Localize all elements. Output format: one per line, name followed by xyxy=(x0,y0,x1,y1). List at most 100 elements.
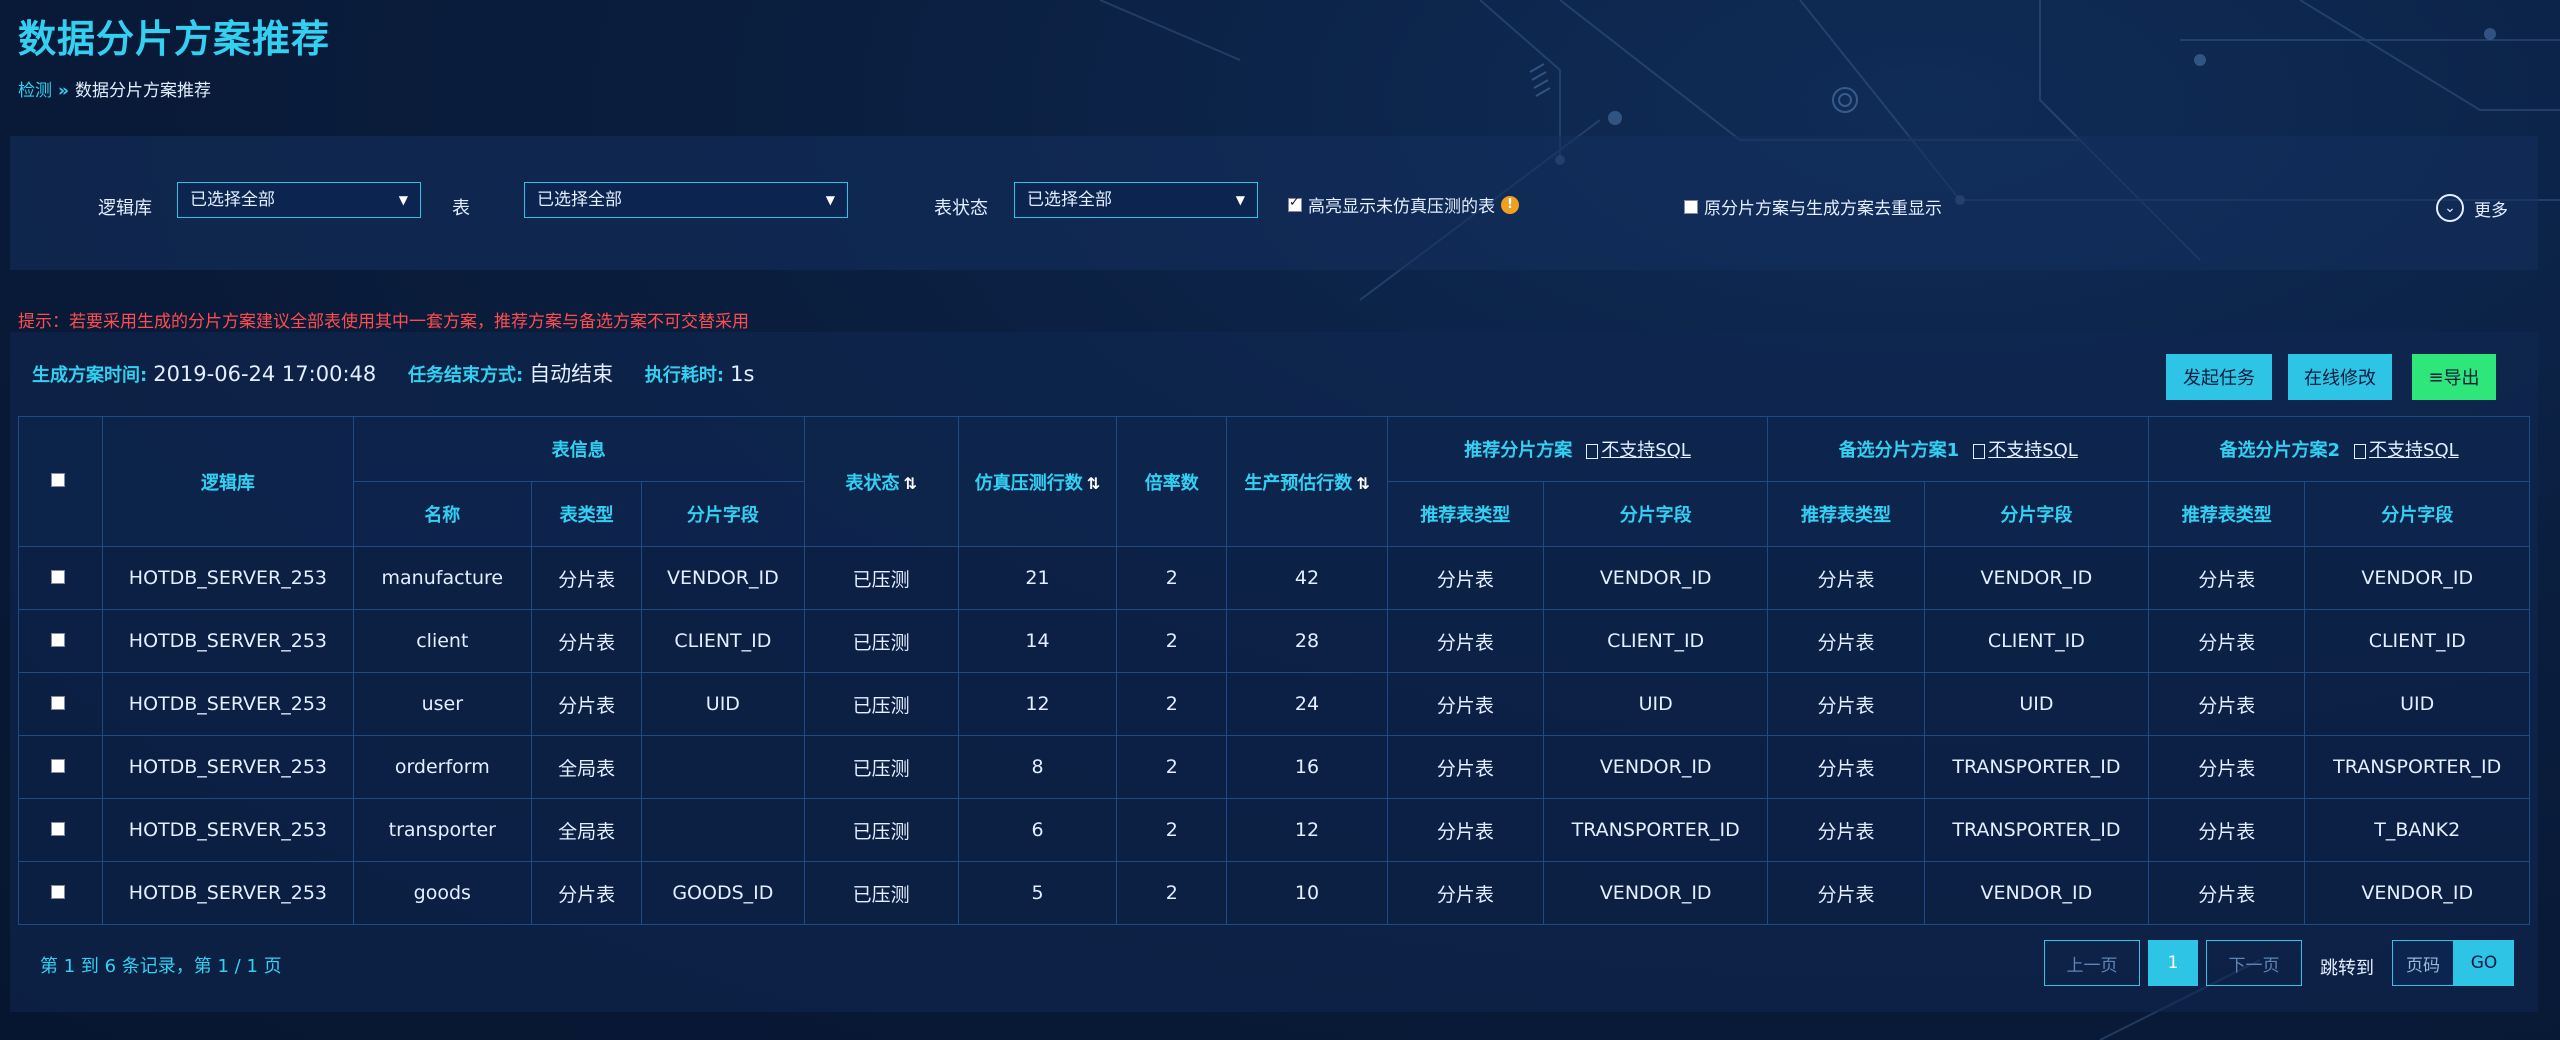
col-shard-field: 分片字段 xyxy=(641,481,805,547)
export-button[interactable]: ≡ 导出 xyxy=(2412,354,2496,400)
cell-sim-rows: 6 xyxy=(957,798,1118,862)
cell-rec-type: 分片表 xyxy=(1386,546,1544,610)
page-number-input[interactable]: 页码 xyxy=(2392,940,2454,986)
row-checkbox[interactable] xyxy=(50,696,65,710)
row-checkbox[interactable] xyxy=(50,633,65,647)
cell-rec-type: 分片表 xyxy=(1386,609,1544,673)
go-button[interactable]: GO xyxy=(2454,940,2514,986)
gen-time-value: 2019-06-24 17:00:48 xyxy=(153,362,377,386)
next-page-button[interactable]: 下一页 xyxy=(2206,940,2302,986)
duration-label: 执行耗时: xyxy=(644,365,725,386)
select-all-checkbox[interactable] xyxy=(50,473,65,487)
table-row: HOTDB_SERVER_253 manufacture 分片表 VENDOR_… xyxy=(17,546,2530,610)
more-label: 更多 xyxy=(2474,200,2508,221)
online-edit-button[interactable]: 在线修改 xyxy=(2288,354,2392,400)
pagination-summary: 第 1 到 6 条记录，第 1 / 1 页 xyxy=(40,956,282,977)
row-checkbox[interactable] xyxy=(50,759,65,773)
table-select[interactable]: 已选择全部 ▼ xyxy=(524,182,848,218)
checkbox-checked-icon[interactable] xyxy=(1288,195,1302,212)
cell-multiplier: 2 xyxy=(1116,672,1228,736)
breadcrumb-link-detect[interactable]: 检测 xyxy=(18,81,52,101)
cell-shard-field: VENDOR_ID xyxy=(641,546,805,610)
cell-alt1-type: 分片表 xyxy=(1767,861,1925,925)
cell-multiplier: 2 xyxy=(1116,609,1228,673)
cell-alt1-type: 分片表 xyxy=(1767,546,1925,610)
cell-prod-rows: 24 xyxy=(1226,672,1388,736)
cell-prod-rows: 12 xyxy=(1226,798,1388,862)
cell-status: 已压测 xyxy=(803,735,959,799)
cell-name: orderform xyxy=(352,735,532,799)
breadcrumb-current: 数据分片方案推荐 xyxy=(74,81,211,101)
document-icon xyxy=(1973,443,1986,459)
result-panel: 生成方案时间: 2019-06-24 17:00:48 任务结束方式: 自动结束 执… xyxy=(10,332,2538,1012)
info-icon[interactable]: ! xyxy=(1501,195,1519,214)
cell-alt2-type: 分片表 xyxy=(2148,798,2306,862)
row-checkbox[interactable] xyxy=(50,570,65,584)
cell-status: 已压测 xyxy=(803,609,959,673)
page-1-button[interactable]: 1 xyxy=(2148,940,2198,986)
status-select[interactable]: 已选择全部 ▼ xyxy=(1014,182,1258,218)
cell-multiplier: 2 xyxy=(1116,735,1228,799)
page-title: 数据分片方案推荐 xyxy=(18,17,331,61)
col-prod-rows[interactable]: 生产预估行数 ⇅ xyxy=(1226,416,1388,547)
cell-alt2-field: VENDOR_ID xyxy=(2304,546,2530,610)
col-sim-rows-label: 仿真压测行数 xyxy=(974,472,1083,494)
col-prod-rows-label: 生产预估行数 xyxy=(1244,472,1353,494)
sort-icon[interactable]: ⇅ xyxy=(1087,474,1100,493)
cell-status: 已压测 xyxy=(803,861,959,925)
cell-name: client xyxy=(352,609,532,673)
dropdown-arrow-icon: ▼ xyxy=(1235,193,1245,207)
shard-plan-table: 逻辑库 表信息 表状态 ⇅ 仿真压测行数 ⇅ 倍率数 生产预估行数 ⇅ 推荐分片方案不… xyxy=(17,416,2530,925)
cell-multiplier: 2 xyxy=(1116,861,1228,925)
highlight-unsimulated-checkbox[interactable]: 高亮显示未仿真压测的表 ! xyxy=(1288,192,1519,217)
alt-plan2-unsupported-sql-link[interactable]: 不支持SQL xyxy=(2369,440,2459,461)
cell-logic-db: HOTDB_SERVER_253 xyxy=(102,672,354,736)
cell-sim-rows: 14 xyxy=(957,609,1118,673)
cell-rec-field: VENDOR_ID xyxy=(1542,735,1769,799)
cell-prod-rows: 28 xyxy=(1226,609,1388,673)
cell-alt2-type: 分片表 xyxy=(2148,672,2306,736)
cell-type: 分片表 xyxy=(530,546,643,610)
end-mode-label: 任务结束方式: xyxy=(407,365,524,386)
cell-alt2-field: VENDOR_ID xyxy=(2304,861,2530,925)
col-alt2-field: 分片字段 xyxy=(2304,481,2530,547)
logic-db-select[interactable]: 已选择全部 ▼ xyxy=(177,182,421,218)
cell-logic-db: HOTDB_SERVER_253 xyxy=(102,861,354,925)
sort-icon[interactable]: ⇅ xyxy=(903,474,916,493)
dedupe-display-checkbox[interactable]: 原分片方案与生成方案去重显示 xyxy=(1684,194,1942,219)
cell-logic-db: HOTDB_SERVER_253 xyxy=(102,798,354,862)
cell-alt2-type: 分片表 xyxy=(2148,546,2306,610)
rec-plan-unsupported-sql-link[interactable]: 不支持SQL xyxy=(1601,440,1691,461)
gen-time-label: 生成方案时间: xyxy=(32,365,148,386)
col-sim-rows[interactable]: 仿真压测行数 ⇅ xyxy=(957,416,1118,547)
dropdown-arrow-icon: ▼ xyxy=(398,193,408,207)
col-alt2-type: 推荐表类型 xyxy=(2148,481,2306,547)
cell-alt2-field: T_BANK2 xyxy=(2304,798,2530,862)
checkbox-icon[interactable] xyxy=(1684,199,1698,214)
cell-alt2-field: CLIENT_ID xyxy=(2304,609,2530,673)
more-filters-toggle[interactable]: ⌄ 更多 xyxy=(2436,194,2508,222)
sort-icon[interactable]: ⇅ xyxy=(1356,474,1369,493)
cell-sim-rows: 12 xyxy=(957,672,1118,736)
col-rec-field: 分片字段 xyxy=(1542,481,1769,547)
table-select-value: 已选择全部 xyxy=(537,190,622,210)
prev-page-button[interactable]: 上一页 xyxy=(2044,940,2140,986)
cell-alt1-type: 分片表 xyxy=(1767,735,1925,799)
cell-type: 全局表 xyxy=(530,735,643,799)
rec-plan-label: 推荐分片方案 xyxy=(1464,440,1573,461)
cell-name: transporter xyxy=(352,798,532,862)
row-checkbox[interactable] xyxy=(50,822,65,836)
row-checkbox[interactable] xyxy=(50,885,65,899)
table-row: HOTDB_SERVER_253 orderform 全局表 已压测 8 2 1… xyxy=(17,735,2530,799)
alt-plan1-unsupported-sql-link[interactable]: 不支持SQL xyxy=(1988,440,2078,461)
cell-prod-rows: 42 xyxy=(1226,546,1388,610)
filter-panel: 逻辑库 已选择全部 ▼ 表 已选择全部 ▼ 表状态 已选择全部 ▼ 高亮显示未仿… xyxy=(10,136,2538,270)
task-meta: 生成方案时间: 2019-06-24 17:00:48 任务结束方式: 自动结束 执… xyxy=(32,358,780,388)
col-status[interactable]: 表状态 ⇅ xyxy=(803,416,959,547)
cell-alt2-type: 分片表 xyxy=(2148,735,2306,799)
start-task-button[interactable]: 发起任务 xyxy=(2166,354,2272,400)
jump-to-label: 跳转到 xyxy=(2320,958,2374,979)
cell-alt2-type: 分片表 xyxy=(2148,609,2306,673)
cell-alt1-type: 分片表 xyxy=(1767,798,1925,862)
cell-logic-db: HOTDB_SERVER_253 xyxy=(102,735,354,799)
